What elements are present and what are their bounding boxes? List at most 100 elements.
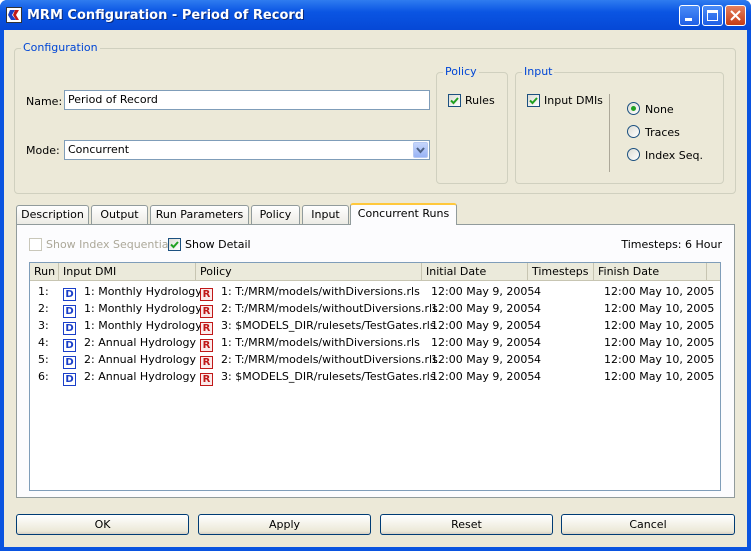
tab-input[interactable]: Input bbox=[302, 205, 349, 224]
configuration-legend: Configuration bbox=[21, 41, 100, 54]
chevron-down-icon[interactable] bbox=[413, 142, 428, 158]
show-index-sequential-label: Show Index Sequential bbox=[46, 238, 172, 251]
tab-description[interactable]: Description bbox=[16, 205, 89, 224]
cell-initial-date: 12:00 May 9, 2005 bbox=[431, 334, 534, 351]
minimize-button[interactable] bbox=[679, 5, 700, 26]
cell-run: 5: bbox=[38, 351, 49, 368]
cell-input-dmi-text: 2: Annual Hydrology bbox=[84, 370, 196, 383]
cell-input-dmi-text: 1: Monthly Hydrology bbox=[84, 319, 202, 332]
cell-timesteps: 4 bbox=[534, 317, 541, 334]
cell-run: 6: bbox=[38, 368, 49, 385]
cell-run-text: 4: bbox=[38, 336, 49, 349]
concurrent-runs-panel: Show Index Sequential Show Detail Timest… bbox=[16, 224, 735, 498]
column-header-policy[interactable]: Policy bbox=[196, 263, 422, 281]
cell-timesteps-text: 4 bbox=[534, 370, 541, 383]
mode-label: Mode: bbox=[26, 144, 60, 157]
column-header-run[interactable]: Run bbox=[30, 263, 59, 281]
close-button[interactable] bbox=[725, 5, 746, 26]
cell-finish-date: 12:00 May 10, 2005 bbox=[604, 334, 714, 351]
cell-run-text: 2: bbox=[38, 302, 49, 315]
cell-finish-date: 12:00 May 10, 2005 bbox=[604, 317, 714, 334]
cell-timesteps: 4 bbox=[534, 368, 541, 385]
cell-initial-date: 12:00 May 9, 2005 bbox=[431, 351, 534, 368]
cell-run: 3: bbox=[38, 317, 49, 334]
cell-input-dmi: D 2: Annual Hydrology bbox=[63, 351, 196, 369]
checkmark-icon bbox=[170, 241, 179, 249]
close-icon bbox=[730, 10, 741, 21]
table-row[interactable]: 4: D 2: Annual Hydrology R 1: T:/MRM/models/… bbox=[30, 334, 720, 352]
cell-run: 2: bbox=[38, 300, 49, 317]
cell-finish-date: 12:00 May 10, 2005 bbox=[604, 368, 714, 385]
rules-label: Rules bbox=[465, 94, 495, 107]
cancel-button[interactable]: Cancel bbox=[561, 514, 735, 535]
cell-initial-date-text: 12:00 May 9, 2005 bbox=[431, 370, 535, 383]
title-bar[interactable]: MRM Configuration - Period of Record bbox=[0, 0, 751, 30]
tab-concurrent-runs[interactable]: Concurrent Runs bbox=[350, 203, 457, 225]
divider bbox=[609, 94, 610, 172]
table-row[interactable]: 3: D 1: Monthly Hydrology R 3: $MODELS_DIR/r… bbox=[30, 317, 720, 335]
cell-policy-text: 3: $MODELS_DIR/rulesets/TestGates.rls bbox=[221, 370, 436, 383]
input-dmis-label: Input DMIs bbox=[544, 94, 603, 107]
column-header-initial-date[interactable]: Initial Date bbox=[422, 263, 528, 281]
policy-legend: Policy bbox=[443, 65, 479, 78]
show-index-sequential-checkbox[interactable] bbox=[29, 238, 42, 251]
radio-traces[interactable] bbox=[627, 125, 640, 138]
apply-button[interactable]: Apply bbox=[198, 514, 371, 535]
cell-finish-date-text: 12:00 May 10, 2005 bbox=[604, 319, 715, 332]
radio-index-seq[interactable] bbox=[627, 148, 640, 161]
cell-input-dmi: D 1: Monthly Hydrology bbox=[63, 283, 202, 301]
table-header: Run Input DMI Policy Initial Date Timest… bbox=[30, 263, 720, 281]
column-header-finish-date[interactable]: Finish Date bbox=[594, 263, 707, 281]
cell-run-text: 6: bbox=[38, 370, 49, 383]
tab-policy[interactable]: Policy bbox=[251, 205, 300, 224]
cell-policy-text: 3: $MODELS_DIR/rulesets/TestGates.rls bbox=[221, 319, 436, 332]
show-detail-checkbox[interactable] bbox=[168, 238, 181, 251]
column-header-timesteps[interactable]: Timesteps bbox=[528, 263, 594, 281]
cell-policy: R 2: T:/MRM/models/withoutDiversions.rls bbox=[200, 300, 438, 318]
cell-run-text: 1: bbox=[38, 285, 49, 298]
maximize-icon bbox=[707, 10, 718, 21]
radio-traces-label: Traces bbox=[645, 126, 680, 139]
window-title: MRM Configuration - Period of Record bbox=[27, 8, 305, 23]
reset-button[interactable]: Reset bbox=[380, 514, 553, 535]
runs-table: Run Input DMI Policy Initial Date Timest… bbox=[29, 262, 721, 491]
input-legend: Input bbox=[522, 65, 555, 78]
cell-initial-date-text: 12:00 May 9, 2005 bbox=[431, 319, 535, 332]
cell-initial-date-text: 12:00 May 9, 2005 bbox=[431, 336, 535, 349]
ok-button[interactable]: OK bbox=[16, 514, 189, 535]
cell-finish-date-text: 12:00 May 10, 2005 bbox=[604, 336, 715, 349]
name-label: Name: bbox=[26, 95, 63, 108]
mode-select[interactable]: Concurrent bbox=[64, 140, 430, 160]
dmi-badge-icon: D bbox=[63, 373, 76, 386]
cell-input-dmi: D 1: Monthly Hydrology bbox=[63, 300, 202, 318]
cell-finish-date: 12:00 May 10, 2005 bbox=[604, 351, 714, 368]
tab-output[interactable]: Output bbox=[91, 205, 148, 224]
cell-input-dmi: D 2: Annual Hydrology bbox=[63, 334, 196, 352]
rules-checkbox[interactable] bbox=[448, 94, 461, 107]
app-icon bbox=[6, 7, 22, 23]
radio-none-label: None bbox=[645, 103, 674, 116]
table-row[interactable]: 1: D 1: Monthly Hydrology R 1: T:/MRM/models… bbox=[30, 283, 720, 301]
minimize-icon bbox=[685, 18, 692, 21]
tab-run-parameters[interactable]: Run Parameters bbox=[150, 205, 249, 224]
cell-input-dmi: D 2: Annual Hydrology bbox=[63, 368, 196, 386]
table-row[interactable]: 2: D 1: Monthly Hydrology R 2: T:/MRM/models… bbox=[30, 300, 720, 318]
input-dmis-checkbox[interactable] bbox=[527, 94, 540, 107]
column-header-input-dmi[interactable]: Input DMI bbox=[59, 263, 196, 281]
cell-input-dmi: D 1: Monthly Hydrology bbox=[63, 317, 202, 335]
cell-timesteps-text: 4 bbox=[534, 285, 541, 298]
cell-finish-date: 12:00 May 10, 2005 bbox=[604, 283, 714, 300]
table-row[interactable]: 5: D 2: Annual Hydrology R 2: T:/MRM/models/… bbox=[30, 351, 720, 369]
cell-input-dmi-text: 1: Monthly Hydrology bbox=[84, 285, 202, 298]
cell-finish-date-text: 12:00 May 10, 2005 bbox=[604, 285, 715, 298]
name-field[interactable]: Period of Record bbox=[64, 90, 430, 110]
checkmark-icon bbox=[529, 97, 538, 105]
dialog-body: Configuration Name: Period of Record Mod… bbox=[4, 30, 747, 547]
policy-group: Policy bbox=[436, 65, 508, 184]
table-row[interactable]: 6: D 2: Annual Hydrology R 3: $MODELS_DIR/ru… bbox=[30, 368, 720, 386]
radio-none[interactable] bbox=[627, 102, 640, 115]
maximize-button[interactable] bbox=[702, 5, 723, 26]
ruleset-badge-icon: R bbox=[200, 373, 213, 386]
cell-run-text: 3: bbox=[38, 319, 49, 332]
cell-policy: R 3: $MODELS_DIR/rulesets/TestGates.rls bbox=[200, 368, 436, 386]
